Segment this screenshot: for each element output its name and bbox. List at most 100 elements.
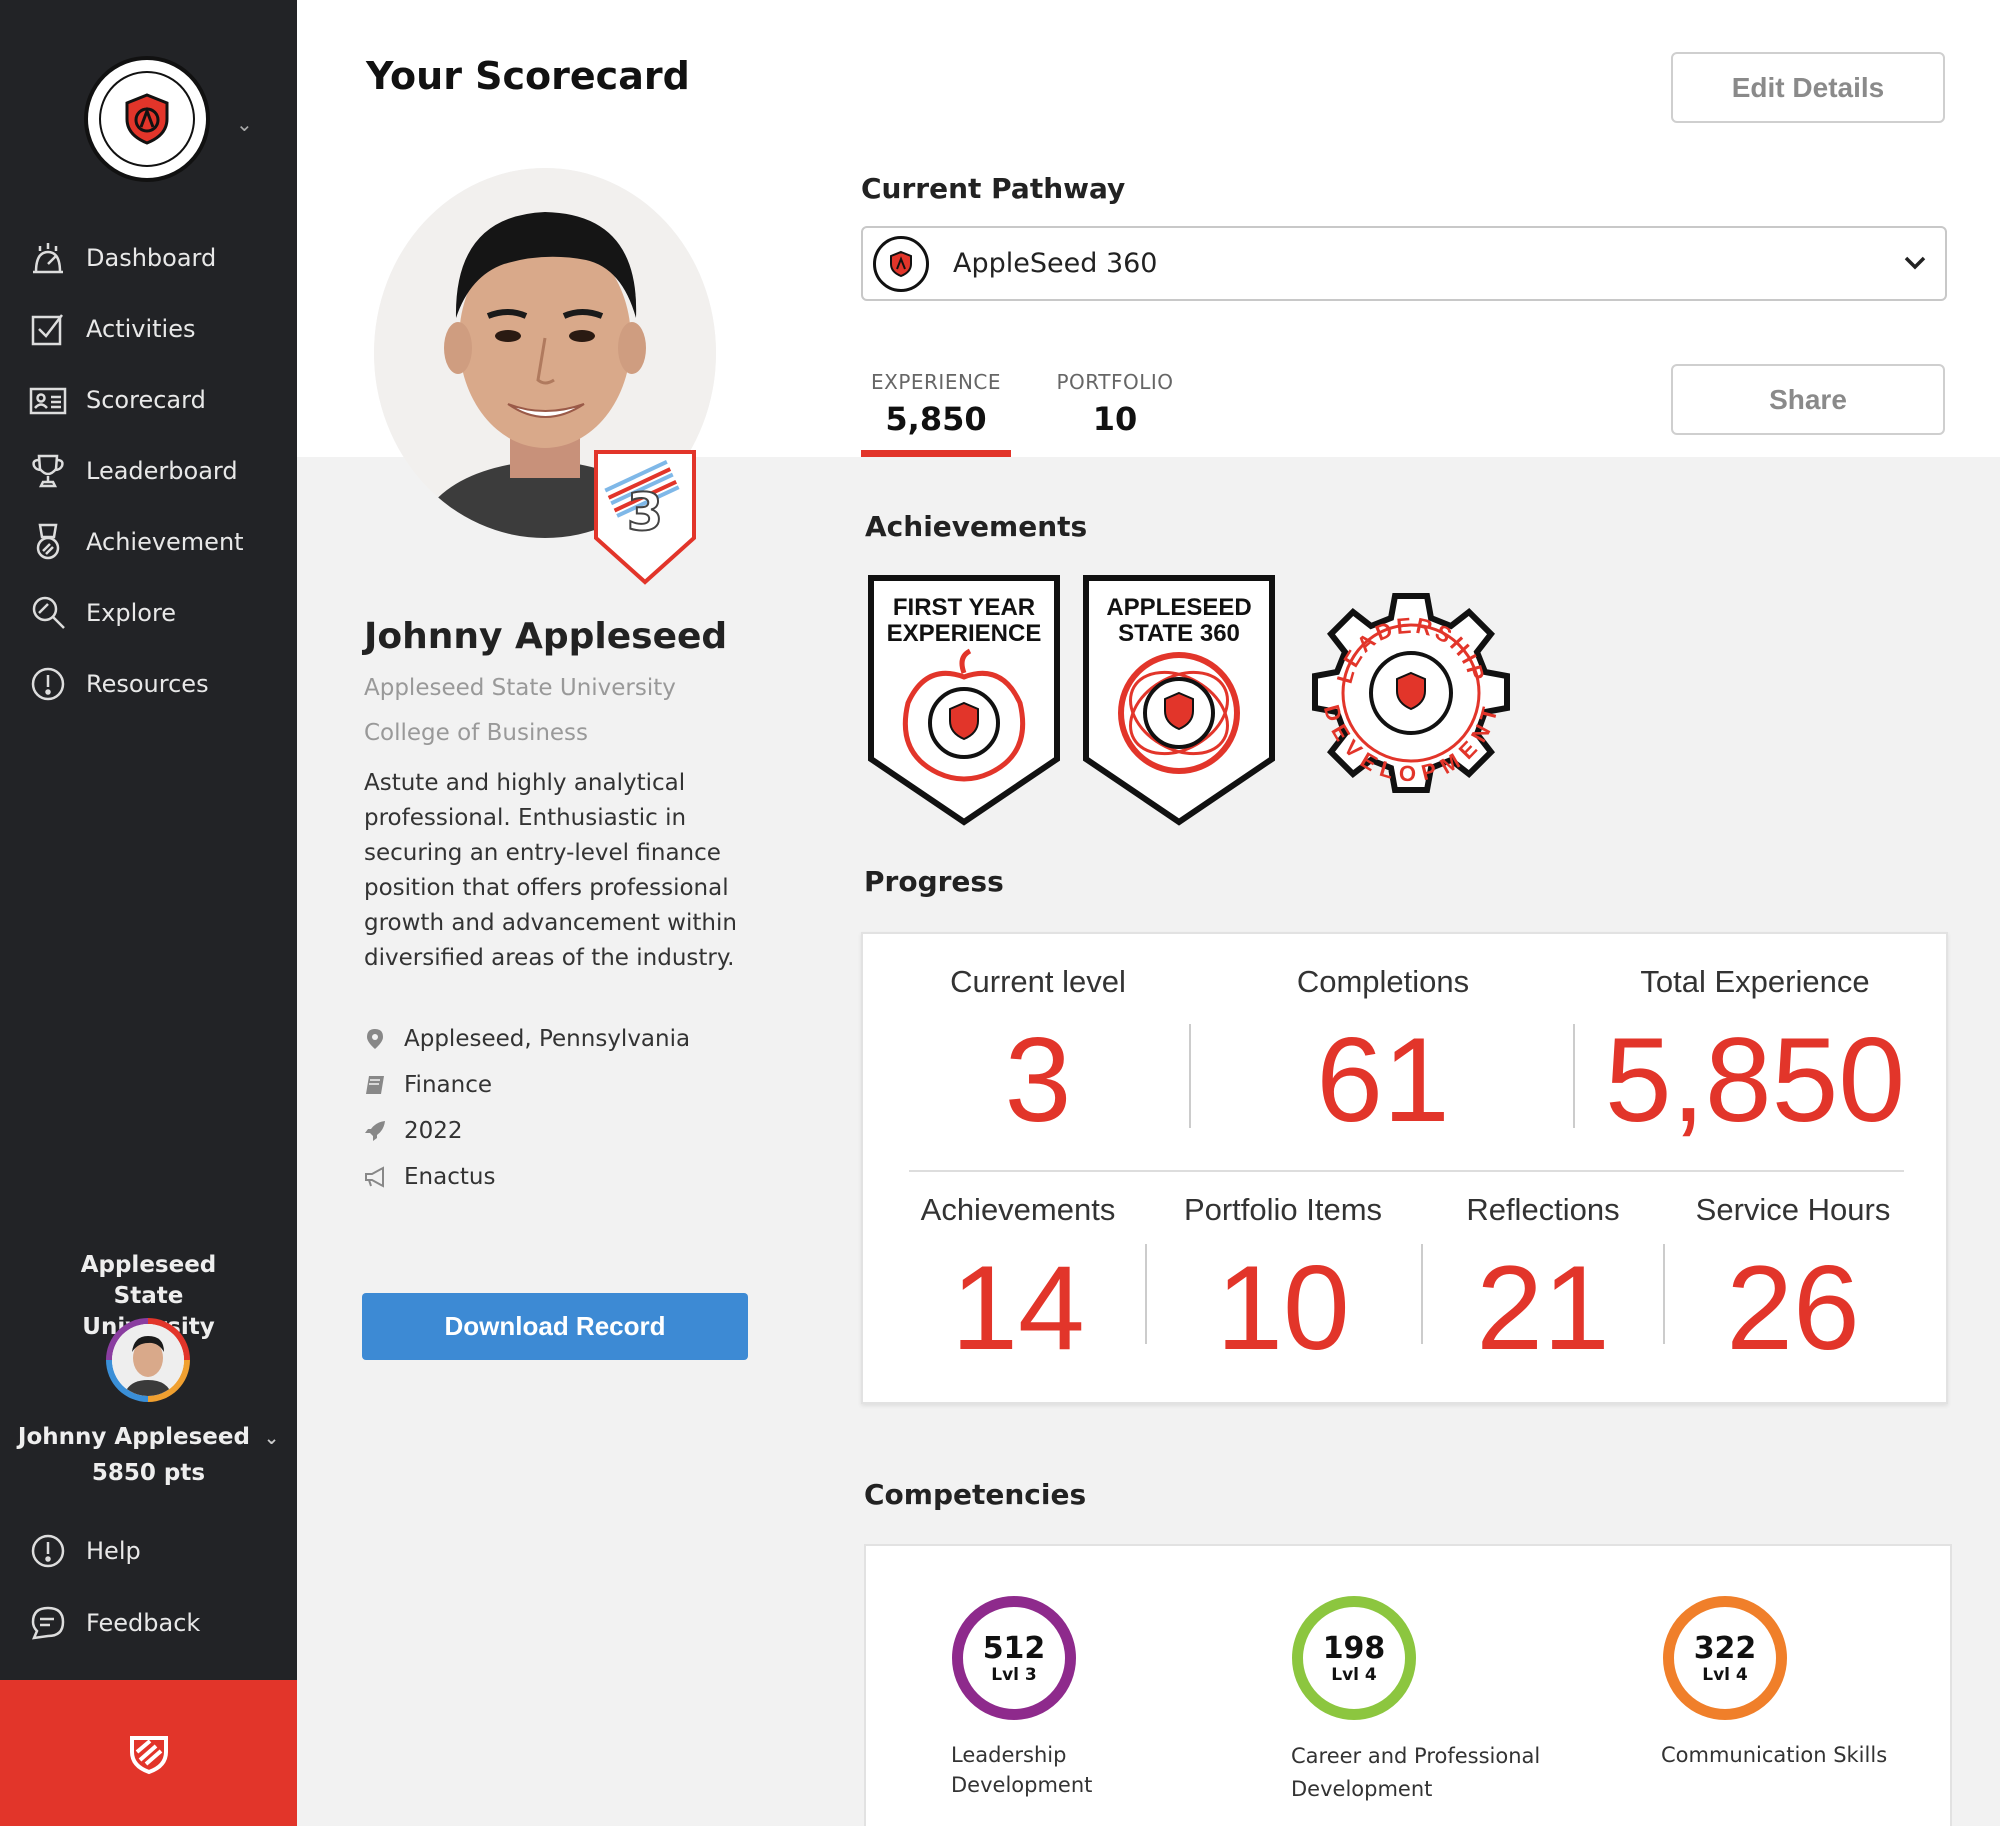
sidebar-item-activities[interactable]: Activities [0,293,297,364]
competency-career-professional-development[interactable]: 198 Lvl 4 [1292,1596,1416,1720]
first-year-experience-badge[interactable]: FIRST YEAR EXPERIENCE [866,573,1062,827]
competency-ring: 512 Lvl 3 [952,1596,1076,1720]
magnifier-icon [32,596,65,629]
sidebar-item-explore[interactable]: Explore [0,577,297,648]
sidebar-item-label: Activities [86,314,196,343]
sidebar-item-help[interactable]: Help [0,1515,297,1587]
sidebar-nav: Dashboard Activities Scorecard Leaderboa… [0,222,297,719]
sidebar-item-label: Scorecard [86,385,206,414]
stat-value-reflections: 21 [1476,1241,1610,1375]
competency-name-line: Development [951,1773,1093,1797]
sidebar-item-scorecard[interactable]: Scorecard [0,364,297,435]
shield-logo-icon [129,1736,168,1775]
sidebar-item-dashboard[interactable]: Dashboard [0,222,297,293]
competency-name-line: Development [1291,1777,1433,1801]
competency-level: Lvl 4 [1702,1664,1748,1685]
stat-divider [1189,1024,1191,1128]
competency-value: 322 [1693,1630,1757,1666]
sidebar-item-label: Achievement [86,527,244,556]
competency-name-line: Career and Professional [1291,1744,1541,1768]
badge-1-line-2: EXPERIENCE [887,620,1042,647]
profile-club-text: Enactus [404,1164,496,1190]
profile-location: Appleseed, Pennsylvania [364,1026,690,1052]
competency-value: 512 [982,1630,1046,1666]
profile-major-text: Finance [404,1072,492,1098]
profile-club: Enactus [364,1164,495,1190]
sidebar-item-achievement[interactable]: Achievement [0,506,297,577]
sidebar-item-label: Feedback [86,1609,201,1637]
competency-level: Lvl 4 [1331,1664,1377,1685]
chevron-down-icon [1885,251,1945,276]
sidebar-avatar[interactable] [106,1318,190,1402]
badge-1-line-1: FIRST YEAR [893,594,1035,621]
stat-label-achievements: Achievements [920,1192,1116,1227]
competency-ring: 322 Lvl 4 [1663,1596,1787,1720]
university-seal-icon [99,71,195,167]
info-circle-icon [31,667,65,700]
stat-value-current-level: 3 [1004,1013,1072,1147]
appleseed-state-360-badge[interactable]: APPLESEED STATE 360 [1081,573,1277,827]
download-record-button[interactable]: Download Record [362,1293,748,1360]
pathway-seal-icon [873,235,929,292]
sidebar-item-resources[interactable]: Resources [0,648,297,719]
edit-details-button[interactable]: Edit Details [1671,52,1945,123]
competency-name-line: Communication Skills [1661,1743,1888,1767]
sidebar-user-menu[interactable]: Johnny Appleseed ⌄ [0,1424,297,1450]
badge-2-line-2: STATE 360 [1118,620,1240,647]
university-logo[interactable] [84,56,210,182]
stat-label-reflections: Reflections [1466,1192,1620,1227]
tab-portfolio[interactable]: PORTFOLIO 10 [1040,370,1190,438]
profile-location-text: Appleseed, Pennsylvania [404,1026,691,1052]
chevron-down-icon: ⌄ [263,1428,280,1449]
achievements-title: Achievements [865,510,1088,543]
profile-major: Finance [364,1072,492,1098]
pathway-selected-value: AppleSeed 360 [953,248,1158,279]
trophy-icon [32,454,64,487]
help-icon [31,1534,65,1568]
stat-divider [1663,1244,1665,1344]
medal-icon [36,523,60,559]
feedback-icon [31,1606,65,1640]
tab-experience-label: EXPERIENCE [870,370,1002,394]
sidebar-item-label: Resources [86,669,209,698]
progress-card: Current level 3 Completions 61 Total Exp… [861,932,1948,1404]
profile-university: Appleseed State University [364,675,676,701]
tab-experience[interactable]: EXPERIENCE 5,850 [861,370,1011,438]
sidebar: ⌄ Dashboard Activities Scorecard Leaderb… [0,0,297,1826]
pathway-title: Current Pathway [861,172,1126,205]
checkbox-icon [31,313,63,345]
megaphone-icon [365,1166,384,1188]
competencies-card: 512 Lvl 3 Leadership Development 198 Lvl… [864,1544,1952,1826]
share-button[interactable]: Share [1671,364,1945,435]
sidebar-item-leaderboard[interactable]: Leaderboard [0,435,297,506]
stat-value-service-hours: 26 [1726,1241,1860,1375]
pathway-select[interactable]: AppleSeed 360 [861,226,1947,301]
sidebar-user-name: Johnny Appleseed [17,1424,250,1450]
competency-level: Lvl 3 [991,1664,1037,1685]
rocket-icon [365,1121,385,1141]
sidebar-points: 5850 pts [91,1460,206,1486]
competency-leadership-development[interactable]: 512 Lvl 3 [952,1596,1076,1720]
leadership-development-badge[interactable]: LEADERSHIP DEVELOPMENT [1296,578,1526,808]
tab-experience-value: 5,850 [885,400,987,438]
stat-divider [1145,1244,1147,1344]
sidebar-brand-footer[interactable] [0,1680,297,1826]
stat-value-achievements: 14 [951,1241,1085,1375]
stats-horizontal-divider [909,1170,1904,1172]
page-title: Your Scorecard [366,54,690,98]
sidebar-item-feedback[interactable]: Feedback [0,1587,297,1659]
tab-portfolio-value: 10 [1092,400,1138,438]
competency-communication-skills[interactable]: 322 Lvl 4 [1663,1596,1787,1720]
profile-bio: Astute and highly analytical professiona… [364,770,737,971]
profile-college: College of Business [364,720,589,746]
stat-label-portfolio-items: Portfolio Items [1183,1192,1383,1227]
user-avatar-icon [112,1324,184,1396]
dashboard-icon [33,242,63,273]
stat-label-service-hours: Service Hours [1695,1192,1891,1227]
competency-value: 198 [1322,1630,1386,1666]
competency-name: Communication Skills [1661,1740,1887,1770]
org-switcher-chevron-icon[interactable]: ⌄ [236,112,253,136]
stat-label-current-level: Current level [950,964,1126,999]
sidebar-item-label: Leaderboard [86,456,238,485]
profile-year-text: 2022 [404,1118,463,1144]
